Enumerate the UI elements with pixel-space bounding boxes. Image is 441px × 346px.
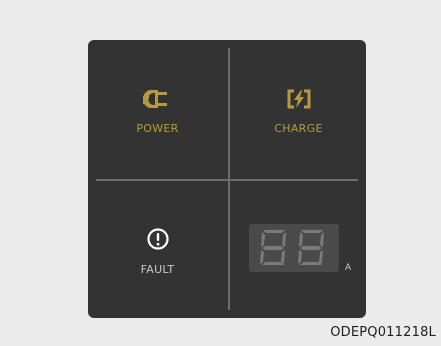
figure-code: ODEPQ011218L bbox=[330, 325, 436, 340]
charge-indicator: CHARGE bbox=[229, 40, 368, 179]
seven-segment-display bbox=[249, 224, 339, 272]
alert-circle-icon bbox=[146, 228, 169, 250]
current-display-section: A bbox=[229, 181, 368, 320]
fault-indicator: FAULT bbox=[88, 181, 227, 320]
power-label: POWER bbox=[136, 122, 179, 135]
power-indicator: POWER bbox=[88, 40, 227, 179]
segment-digits bbox=[260, 230, 324, 265]
fault-label: FAULT bbox=[140, 263, 175, 276]
plug-icon bbox=[142, 90, 167, 108]
ampere-unit-label: A bbox=[345, 263, 352, 273]
charging-bolt-icon bbox=[287, 89, 310, 109]
charger-status-panel: POWER CHARGE FAULT A bbox=[88, 40, 366, 318]
charge-label: CHARGE bbox=[274, 122, 323, 135]
